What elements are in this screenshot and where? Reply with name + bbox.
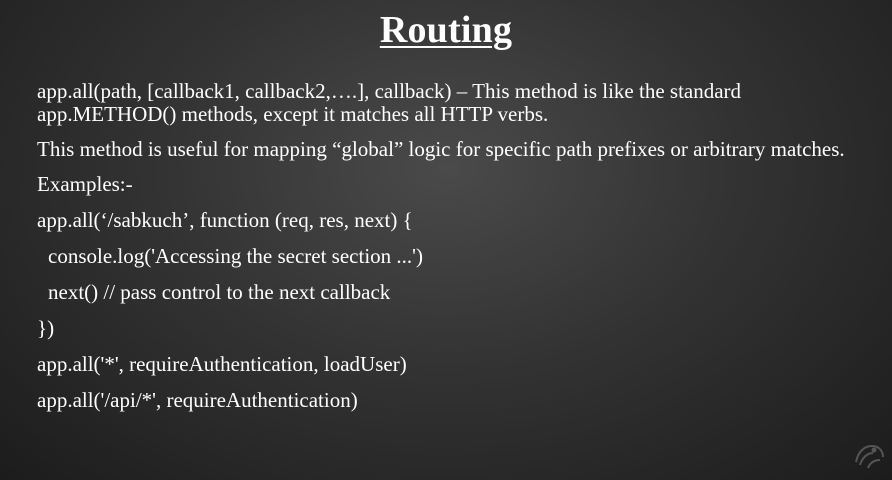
code-line-1: app.all(‘/sabkuch’, function (req, res, … [37,208,413,232]
paragraph-usage: This method is useful for mapping “globa… [37,137,845,161]
code-line-3: next() // pass control to the next callb… [48,280,391,304]
slide-content: app.all(path, [callback1, callback2,….],… [37,80,867,425]
slide: Routing app.all(path, [callback1, callba… [0,0,892,480]
paragraph-description: app.all(path, [callback1, callback2,….],… [37,79,742,126]
examples-label: Examples:- [37,172,133,196]
slide-title: Routing [379,9,513,51]
lion-logo-icon [855,444,884,469]
code-line-2: console.log('Accessing the secret sectio… [48,244,423,268]
code-line-6: app.all('/api/*', requireAuthentication) [37,388,358,412]
code-line-4: }) [37,316,55,340]
code-line-5: app.all('*', requireAuthentication, load… [37,352,407,376]
